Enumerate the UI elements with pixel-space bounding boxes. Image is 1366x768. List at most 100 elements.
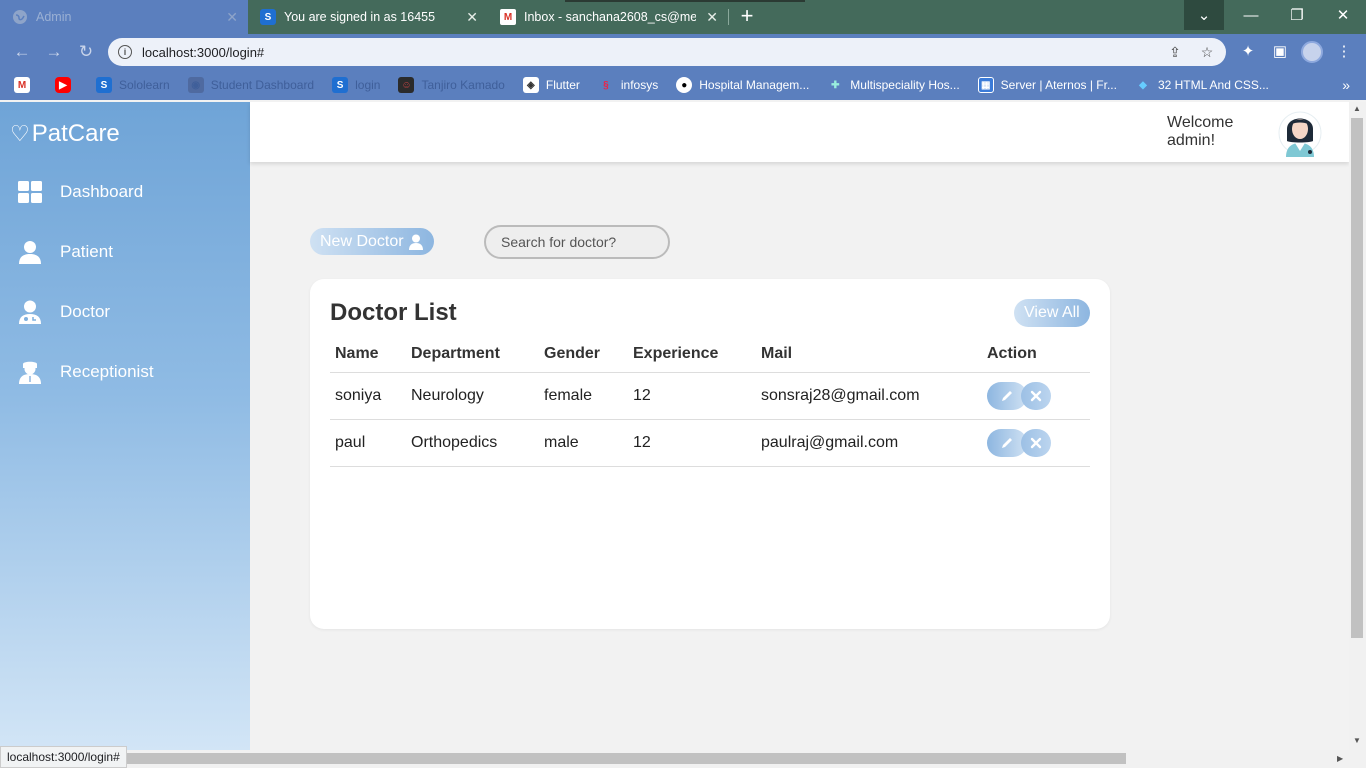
share-icon[interactable]: ⇪ bbox=[1166, 43, 1184, 61]
tab-hover-indicator bbox=[565, 0, 805, 2]
bookmark-label: Hospital Managem... bbox=[699, 78, 810, 92]
cell-name: paul bbox=[330, 419, 406, 467]
view-all-button[interactable]: View All bbox=[1014, 299, 1090, 327]
admin-avatar[interactable] bbox=[1277, 107, 1323, 157]
browser-menu-icon[interactable]: ⋮ bbox=[1334, 42, 1354, 62]
sidebar-item-label: Dashboard bbox=[60, 182, 144, 201]
user-icon bbox=[408, 234, 423, 250]
close-tab-icon[interactable]: ✕ bbox=[706, 9, 718, 25]
address-bar[interactable]: i localhost:3000/login# ⇪ ☆ bbox=[108, 38, 1226, 66]
brand-logo[interactable]: ♡ PatCare bbox=[10, 120, 120, 148]
tab-search-chevron-icon[interactable]: ⌄ bbox=[1184, 0, 1224, 30]
cell-gender: female bbox=[539, 372, 628, 420]
scrollbar-thumb[interactable] bbox=[1351, 118, 1363, 638]
avatar-icon: ☺ bbox=[398, 77, 415, 93]
url-text[interactable]: localhost:3000/login# bbox=[142, 45, 264, 60]
sololearn-icon: S bbox=[332, 77, 349, 93]
cell-action bbox=[982, 372, 1090, 420]
dashboard-icon bbox=[18, 181, 42, 203]
sidebar-item-receptionist[interactable]: Receptionist bbox=[18, 357, 154, 387]
column-header-gender: Gender bbox=[539, 337, 628, 373]
extensions-puzzle-icon[interactable]: ✦ bbox=[1238, 42, 1258, 62]
column-header-action: Action bbox=[982, 337, 1090, 373]
bookmark-label: Multispeciality Hos... bbox=[850, 78, 960, 92]
bookmark-login[interactable]: S login bbox=[332, 77, 380, 93]
bookmark-star-icon[interactable]: ☆ bbox=[1198, 43, 1216, 61]
bookmark-sololearn[interactable]: S Sololearn bbox=[96, 77, 170, 93]
new-doctor-button[interactable]: New Doctor bbox=[310, 228, 434, 255]
close-tab-icon[interactable]: ✕ bbox=[226, 9, 238, 25]
bookmark-label: infosys bbox=[620, 78, 659, 92]
forward-arrow-icon[interactable]: → bbox=[44, 42, 64, 62]
welcome-line: Welcome bbox=[1167, 114, 1234, 131]
reload-icon[interactable]: ↻ bbox=[76, 42, 96, 62]
card-title: Doctor List bbox=[330, 299, 457, 326]
aternos-icon: ▦ bbox=[977, 77, 994, 93]
back-arrow-icon[interactable]: ← bbox=[12, 42, 32, 62]
cell-mail: paulraj@gmail.com bbox=[756, 419, 982, 467]
bookmark-label: Sololearn bbox=[119, 78, 170, 92]
delete-button[interactable] bbox=[1021, 382, 1052, 410]
search-doctor-input[interactable] bbox=[484, 225, 670, 259]
sidebar: ♡ PatCare Dashboard Patient Doctor Recep… bbox=[0, 102, 250, 750]
sidebar-item-label: Doctor bbox=[60, 302, 111, 321]
scroll-right-icon[interactable]: ▶ bbox=[1337, 754, 1343, 763]
horizontal-scrollbar[interactable]: ▶ bbox=[0, 750, 1366, 768]
close-window-icon[interactable]: ✕ bbox=[1320, 0, 1366, 30]
more-bookmarks-chevron-icon[interactable]: » bbox=[1342, 77, 1350, 93]
welcome-username: admin! bbox=[1167, 132, 1216, 149]
bookmark-student-dashboard[interactable]: ◉ Student Dashboard bbox=[187, 77, 315, 93]
bookmark-youtube[interactable]: ▶ bbox=[55, 77, 78, 93]
table-row: paul Orthopedics male 12 paulraj@gmail.c… bbox=[330, 419, 1090, 467]
bookmark-hospital-management[interactable]: ● Hospital Managem... bbox=[676, 77, 809, 93]
minimize-icon[interactable]: — bbox=[1228, 0, 1274, 30]
sololearn-icon: S bbox=[96, 77, 112, 93]
side-panel-icon[interactable]: ▣ bbox=[1270, 42, 1290, 62]
close-tab-icon[interactable]: ✕ bbox=[466, 9, 478, 25]
doctor-icon bbox=[19, 300, 41, 324]
bookmark-label: login bbox=[355, 78, 381, 92]
sidebar-item-doctor[interactable]: Doctor bbox=[18, 297, 110, 327]
globe-icon bbox=[12, 9, 28, 25]
bookmark-flutter[interactable]: ◈ Flutter bbox=[522, 77, 580, 93]
close-icon bbox=[1031, 437, 1042, 449]
delete-button[interactable] bbox=[1021, 429, 1052, 457]
close-icon bbox=[1031, 390, 1042, 402]
sidebar-item-dashboard[interactable]: Dashboard bbox=[18, 177, 143, 207]
new-tab-button[interactable]: + bbox=[735, 5, 759, 29]
youtube-icon: ▶ bbox=[55, 77, 71, 93]
site-info-icon[interactable]: i bbox=[118, 45, 132, 59]
bookmark-gmail[interactable]: M bbox=[14, 77, 37, 93]
gmail-icon: M bbox=[14, 77, 30, 93]
restore-icon[interactable]: ❐ bbox=[1274, 0, 1320, 30]
bookmark-multispeciality[interactable]: ✚ Multispeciality Hos... bbox=[827, 77, 960, 93]
scrollbar-thumb[interactable] bbox=[16, 753, 1126, 764]
table-header-row: Name Department Gender Experience Mail A… bbox=[330, 337, 1090, 373]
scroll-down-icon[interactable]: ▼ bbox=[1353, 736, 1361, 745]
hospital-icon: ✚ bbox=[831, 79, 840, 91]
column-header-department: Department bbox=[406, 337, 539, 373]
cell-name: soniya bbox=[330, 372, 406, 420]
scroll-up-icon[interactable]: ▲ bbox=[1353, 104, 1361, 113]
bookmark-infosys[interactable]: § infosys bbox=[598, 77, 658, 93]
user-icon bbox=[19, 241, 41, 264]
sidebar-item-label: Receptionist bbox=[60, 362, 154, 381]
cell-experience: 12 bbox=[628, 419, 756, 467]
new-doctor-label: New Doctor bbox=[320, 232, 404, 250]
vertical-scrollbar[interactable]: ▲ ▼ bbox=[1349, 102, 1366, 750]
flutter-icon: ◆ bbox=[1139, 79, 1147, 91]
browser-tab-inbox[interactable]: M Inbox - sanchana2608_cs@mepc ✕ bbox=[488, 0, 728, 34]
bookmark-tanjiro[interactable]: ☺ Tanjiro Kamado bbox=[398, 77, 505, 93]
bookmark-label: Server | Aternos | Fr... bbox=[1000, 78, 1117, 92]
top-bar: Welcome admin! bbox=[250, 102, 1349, 162]
browser-tab-signed-in[interactable]: S You are signed in as 16455 ✕ bbox=[248, 0, 488, 34]
bookmark-label: Student Dashboard bbox=[210, 78, 315, 92]
sidebar-item-patient[interactable]: Patient bbox=[18, 237, 113, 267]
cell-mail: sonsraj28@gmail.com bbox=[756, 372, 982, 420]
browser-tab-admin[interactable]: Admin ✕ bbox=[0, 0, 248, 34]
bookmark-html-css[interactable]: ◆ 32 HTML And CSS... bbox=[1135, 77, 1269, 93]
flutter-icon: ◈ bbox=[522, 77, 539, 93]
bookmark-aternos[interactable]: ▦ Server | Aternos | Fr... bbox=[977, 77, 1117, 93]
profile-avatar[interactable] bbox=[1301, 41, 1323, 63]
page-viewport: ♡ PatCare Dashboard Patient Doctor Recep… bbox=[0, 102, 1349, 750]
